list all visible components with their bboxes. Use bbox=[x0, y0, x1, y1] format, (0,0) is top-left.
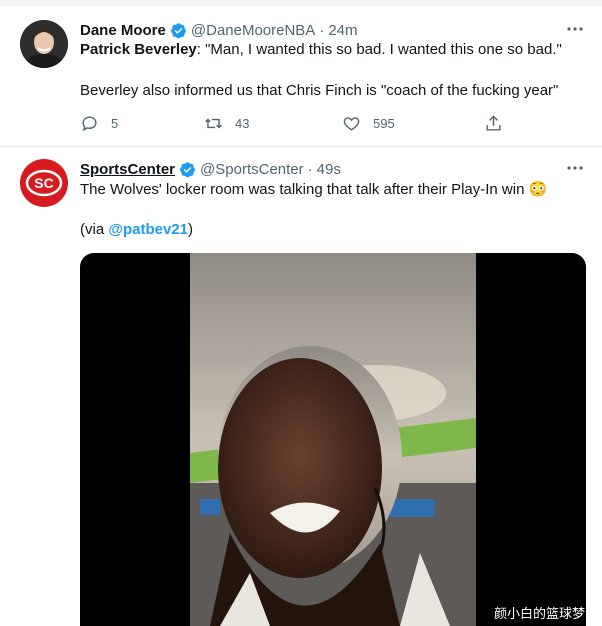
tweet-header: Dane Moore @DaneMooreNBA · 24m bbox=[80, 20, 358, 40]
video-still-icon bbox=[190, 253, 476, 626]
tweet-text-line: Beverley also informed us that Chris Fin… bbox=[80, 82, 559, 99]
author-handle[interactable]: @SportsCenter bbox=[200, 161, 304, 178]
like-button[interactable]: 595 bbox=[342, 114, 395, 133]
reply-button[interactable]: 5 bbox=[80, 114, 118, 133]
share-icon bbox=[486, 115, 501, 131]
avatar[interactable] bbox=[20, 20, 68, 68]
retweet-count: 43 bbox=[235, 116, 250, 131]
tweet-sportscenter[interactable]: SC SportsCenter @SportsCenter · 49s The … bbox=[0, 147, 602, 626]
author-handle[interactable]: @DaneMooreNBA bbox=[191, 22, 315, 39]
separator: · bbox=[307, 160, 313, 178]
svg-text:SC: SC bbox=[34, 175, 53, 191]
more-icon[interactable] bbox=[566, 20, 584, 38]
more-icon[interactable] bbox=[566, 159, 584, 177]
tweet-header: SportsCenter @SportsCenter · 49s bbox=[80, 159, 341, 179]
timestamp[interactable]: 24m bbox=[328, 22, 357, 39]
quoted-person: Patrick Beverley bbox=[80, 41, 197, 58]
tweet-dane-moore[interactable]: Dane Moore @DaneMooreNBA · 24m Patrick B… bbox=[0, 6, 602, 146]
like-icon bbox=[343, 117, 360, 131]
reply-icon bbox=[82, 116, 97, 132]
avatar[interactable]: SC bbox=[20, 159, 68, 207]
watermark: 颜小白的篮球梦 bbox=[494, 606, 586, 621]
via-prefix: (via bbox=[80, 221, 109, 238]
mention-link[interactable]: @patbev21 bbox=[108, 221, 188, 238]
author-name[interactable]: SportsCenter bbox=[80, 161, 175, 178]
video-player[interactable] bbox=[80, 253, 586, 626]
separator: · bbox=[319, 21, 325, 39]
quote-text: : "Man, I wanted this so bad. I wanted t… bbox=[196, 41, 562, 58]
tweet-text-line: Patrick Beverley: "Man, I wanted this so… bbox=[80, 40, 582, 60]
share-button[interactable] bbox=[484, 114, 515, 133]
like-count: 595 bbox=[373, 116, 395, 131]
retweet-icon bbox=[205, 118, 222, 129]
video-frame bbox=[190, 253, 476, 626]
via-suffix: ) bbox=[188, 221, 194, 238]
sportscenter-logo-icon: SC bbox=[25, 169, 63, 197]
verified-badge-icon bbox=[170, 22, 186, 38]
avatar-photo-icon bbox=[20, 20, 68, 68]
retweet-button[interactable]: 43 bbox=[204, 114, 249, 133]
verified-badge-icon bbox=[180, 161, 195, 177]
timestamp[interactable]: 49s bbox=[317, 161, 341, 178]
author-name[interactable]: Dane Moore bbox=[80, 22, 166, 39]
reply-count: 5 bbox=[111, 116, 119, 131]
tweet-text-line: The Wolves' locker room was talking that… bbox=[80, 181, 548, 198]
tweet-text-line: (via @patbev21) bbox=[80, 220, 582, 240]
